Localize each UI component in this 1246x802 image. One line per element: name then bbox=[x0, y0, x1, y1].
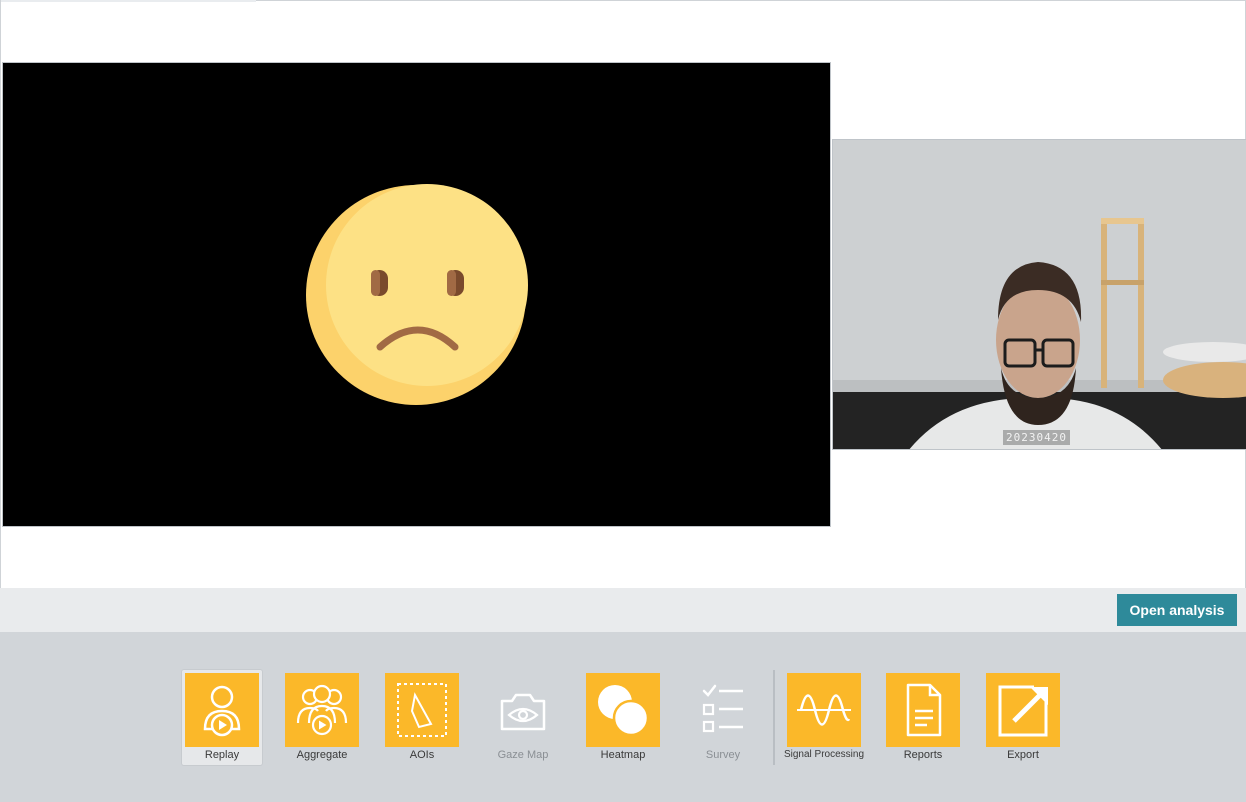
replay-viewer: 20230420 bbox=[0, 0, 1246, 588]
tool-aggregate[interactable]: Aggregate bbox=[282, 670, 362, 765]
tool-signal-processing[interactable]: Signal Processing bbox=[784, 670, 864, 765]
module-toolbar: Replay Aggregate AOIs Gaze Map Heatmap S… bbox=[0, 632, 1246, 802]
tool-export[interactable]: Export bbox=[983, 670, 1063, 765]
tool-label: Aggregate bbox=[296, 749, 348, 761]
person-play-icon bbox=[185, 673, 259, 747]
heatmap-circles-icon bbox=[586, 673, 660, 747]
webcam-image bbox=[833, 140, 1246, 449]
tool-label: Signal Processing bbox=[783, 749, 865, 760]
tool-heatmap[interactable]: Heatmap bbox=[583, 670, 663, 765]
group-play-icon bbox=[285, 673, 359, 747]
open-analysis-button[interactable]: Open analysis bbox=[1117, 594, 1237, 626]
webcam-feed: 20230420 bbox=[832, 139, 1246, 450]
analysis-bar: Open analysis bbox=[0, 588, 1246, 632]
tool-label: Heatmap bbox=[600, 749, 646, 761]
tool-label: AOIs bbox=[409, 749, 435, 761]
sad-face-emoji bbox=[3, 63, 830, 526]
camera-eye-icon bbox=[486, 673, 560, 747]
tool-aois[interactable]: AOIs bbox=[382, 670, 462, 765]
tool-label: Reports bbox=[903, 749, 943, 761]
tool-label: Replay bbox=[204, 749, 240, 761]
webcam-timestamp: 20230420 bbox=[1003, 430, 1070, 445]
checklist-icon bbox=[686, 673, 760, 747]
aoi-polygon-icon bbox=[385, 673, 459, 747]
top-border-accent bbox=[1, 0, 256, 2]
tool-label: Gaze Map bbox=[497, 749, 549, 761]
tool-gaze-map[interactable]: Gaze Map bbox=[483, 670, 563, 765]
tool-survey[interactable]: Survey bbox=[683, 670, 763, 765]
tool-label: Survey bbox=[705, 749, 741, 761]
export-arrow-icon bbox=[986, 673, 1060, 747]
stimulus-display[interactable] bbox=[2, 62, 831, 527]
document-icon bbox=[886, 673, 960, 747]
tool-replay[interactable]: Replay bbox=[182, 670, 262, 765]
tool-reports[interactable]: Reports bbox=[883, 670, 963, 765]
tool-label: Export bbox=[1007, 749, 1039, 761]
sine-wave-icon bbox=[787, 673, 861, 747]
